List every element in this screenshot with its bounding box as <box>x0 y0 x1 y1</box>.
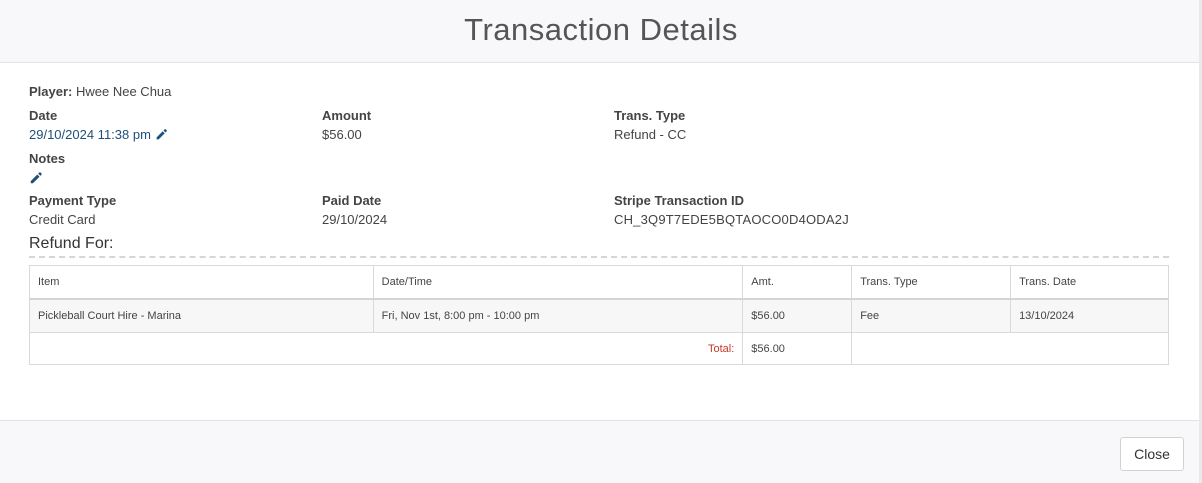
payment-type-value: Credit Card <box>29 212 96 227</box>
player-name: Hwee Nee Chua <box>76 84 172 99</box>
amount-field: Amount $56.00 <box>322 107 371 144</box>
date-value[interactable]: 29/10/2024 11:38 pm <box>29 127 151 142</box>
pencil-icon[interactable] <box>29 171 43 185</box>
amount-value: $56.00 <box>322 127 362 142</box>
paid-date-label: Paid Date <box>322 193 382 208</box>
transaction-details-modal: Transaction Details Player: Hwee Nee Chu… <box>0 0 1202 483</box>
modal-footer: Close <box>0 420 1202 483</box>
paid-date-field: Paid Date 29/10/2024 <box>322 192 387 229</box>
trans-type-field: Trans. Type Refund - CC <box>614 107 686 144</box>
stripe-id-value[interactable]: CH_3Q9T7EDE5BQTAOCO0D4ODA2J <box>614 211 849 229</box>
total-empty-cell <box>851 332 1169 365</box>
paid-date-value: 29/10/2024 <box>322 212 388 227</box>
table-row: Pickleball Court Hire - Marina Fri, Nov … <box>29 298 1169 333</box>
cell-trans-date: 13/10/2024 <box>1010 298 1169 333</box>
amount-label: Amount <box>322 108 372 123</box>
modal-title: Transaction Details <box>464 12 738 47</box>
total-row: Total: $56.00 <box>28 332 1169 365</box>
date-value-row: 29/10/2024 11:38 pm <box>29 126 168 144</box>
column-header-item: Item <box>29 265 374 300</box>
cell-trans-type: Fee <box>851 298 1012 333</box>
date-field: Date 29/10/2024 11:38 pm <box>29 107 168 144</box>
pencil-icon[interactable] <box>155 128 168 141</box>
payment-type-field: Payment Type Credit Card <box>29 192 116 229</box>
total-label: Total: <box>28 332 744 365</box>
column-header-amount: Amt. <box>742 265 853 300</box>
cell-datetime: Fri, Nov 1st, 8:00 pm - 10:00 pm <box>372 298 744 333</box>
refund-for-heading: Refund For: <box>29 235 1169 258</box>
close-button[interactable]: Close <box>1120 437 1184 471</box>
notes-field: Notes <box>29 150 65 185</box>
payment-type-label: Payment Type <box>29 193 117 208</box>
trans-type-value: Refund - CC <box>614 127 687 142</box>
stripe-id-field: Stripe Transaction ID CH_3Q9T7EDE5BQTAOC… <box>614 192 849 229</box>
total-value: $56.00 <box>742 332 853 365</box>
cell-item: Pickleball Court Hire - Marina <box>29 298 374 333</box>
notes-label: Notes <box>29 151 66 166</box>
player-row: Player: Hwee Nee Chua <box>29 84 171 99</box>
column-header-trans-date: Trans. Date <box>1010 265 1169 300</box>
column-header-trans-type: Trans. Type <box>851 265 1012 300</box>
table-header-row: Item Date/Time Amt. Trans. Type Trans. D… <box>29 265 1169 300</box>
refund-table: Item Date/Time Amt. Trans. Type Trans. D… <box>28 265 1169 365</box>
player-label: Player: <box>29 84 73 99</box>
date-label: Date <box>29 108 58 123</box>
stripe-id-label: Stripe Transaction ID <box>614 193 745 208</box>
column-header-datetime: Date/Time <box>372 265 744 300</box>
cell-amount: $56.00 <box>742 298 853 333</box>
trans-type-label: Trans. Type <box>614 108 686 123</box>
modal-header: Transaction Details <box>0 0 1202 63</box>
